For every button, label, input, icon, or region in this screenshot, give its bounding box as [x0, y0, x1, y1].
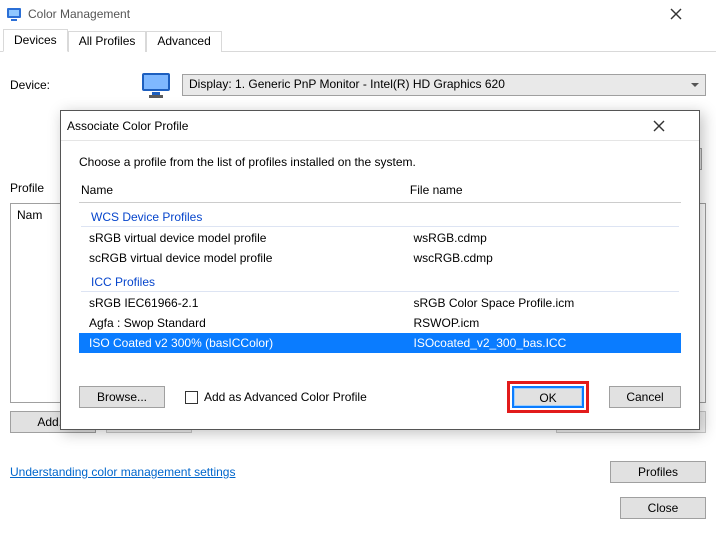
close-icon	[670, 8, 682, 20]
device-select[interactable]: Display: 1. Generic PnP Monitor - Intel(…	[182, 74, 706, 96]
col-header-name[interactable]: Name	[81, 183, 410, 197]
profile-table-header: Name File name	[79, 179, 681, 203]
dialog-actions: Browse... Add as Advanced Color Profile …	[79, 381, 681, 413]
cell-name: scRGB virtual device model profile	[89, 251, 414, 265]
profiles-button[interactable]: Profiles	[610, 461, 706, 483]
device-label: Device:	[10, 78, 140, 92]
cell-name: sRGB virtual device model profile	[89, 231, 414, 245]
profiles-list-header-name: Nam	[17, 208, 42, 222]
color-management-icon	[6, 6, 22, 22]
checkbox-box	[185, 391, 198, 404]
cell-name: Agfa : Swop Standard	[89, 316, 414, 330]
table-row-selected[interactable]: ISO Coated v2 300% (basICColor) ISOcoate…	[79, 333, 681, 353]
dialog-close-button[interactable]	[653, 120, 693, 132]
group-icc: ICC Profiles	[81, 271, 679, 292]
main-tabs: Devices All Profiles Advanced	[0, 28, 716, 52]
cell-file: ISOcoated_v2_300_bas.ICC	[414, 336, 680, 350]
monitor-icon	[140, 71, 172, 99]
cell-name: sRGB IEC61966-2.1	[89, 296, 414, 310]
table-row[interactable]: sRGB virtual device model profile wsRGB.…	[79, 228, 681, 248]
checkbox-label: Add as Advanced Color Profile	[204, 390, 367, 404]
tab-advanced[interactable]: Advanced	[146, 31, 221, 52]
help-link[interactable]: Understanding color management settings	[10, 465, 235, 479]
advanced-checkbox[interactable]: Add as Advanced Color Profile	[185, 390, 367, 404]
button-label: Close	[648, 501, 679, 515]
tab-label: Advanced	[157, 34, 210, 48]
cell-file: sRGB Color Space Profile.icm	[414, 296, 680, 310]
button-label: Browse...	[97, 390, 147, 404]
close-button[interactable]: Close	[620, 497, 706, 519]
table-row[interactable]: Agfa : Swop Standard RSWOP.icm	[79, 313, 681, 333]
tab-label: All Profiles	[79, 34, 136, 48]
tab-label: Devices	[14, 33, 57, 47]
group-wcs: WCS Device Profiles	[81, 206, 679, 227]
associate-color-profile-dialog: Associate Color Profile Choose a profile…	[60, 110, 700, 430]
main-titlebar: Color Management	[0, 0, 716, 28]
footer-row: Understanding color management settings …	[10, 461, 706, 483]
tab-devices[interactable]: Devices	[3, 29, 68, 52]
close-icon	[653, 120, 665, 132]
ok-button[interactable]: OK	[512, 386, 584, 408]
dialog-titlebar: Associate Color Profile	[61, 111, 699, 141]
cancel-button[interactable]: Cancel	[609, 386, 681, 408]
col-header-file[interactable]: File name	[410, 183, 679, 197]
button-label: Profiles	[638, 465, 678, 479]
cell-file: wsRGB.cdmp	[414, 231, 680, 245]
close-row: Close	[10, 497, 706, 519]
profile-table[interactable]: WCS Device Profiles sRGB virtual device …	[79, 206, 681, 353]
dialog-instruction: Choose a profile from the list of profil…	[79, 155, 681, 169]
cell-file: RSWOP.icm	[414, 316, 680, 330]
tab-all-profiles[interactable]: All Profiles	[68, 31, 147, 52]
button-label: OK	[539, 391, 556, 405]
device-row: Device: Display: 1. Generic PnP Monitor …	[10, 71, 706, 99]
cell-name: ISO Coated v2 300% (basICColor)	[89, 336, 414, 350]
dialog-body: Choose a profile from the list of profil…	[61, 141, 699, 429]
ok-button-highlight: OK	[507, 381, 589, 413]
button-label: Cancel	[626, 390, 663, 404]
table-row[interactable]: sRGB IEC61966-2.1 sRGB Color Space Profi…	[79, 293, 681, 313]
browse-button[interactable]: Browse...	[79, 386, 165, 408]
device-select-value: Display: 1. Generic PnP Monitor - Intel(…	[189, 77, 505, 91]
main-close-button[interactable]	[670, 8, 710, 20]
table-row[interactable]: scRGB virtual device model profile wscRG…	[79, 248, 681, 268]
cell-file: wscRGB.cdmp	[414, 251, 680, 265]
dialog-title: Associate Color Profile	[67, 119, 653, 133]
main-title: Color Management	[28, 7, 670, 21]
